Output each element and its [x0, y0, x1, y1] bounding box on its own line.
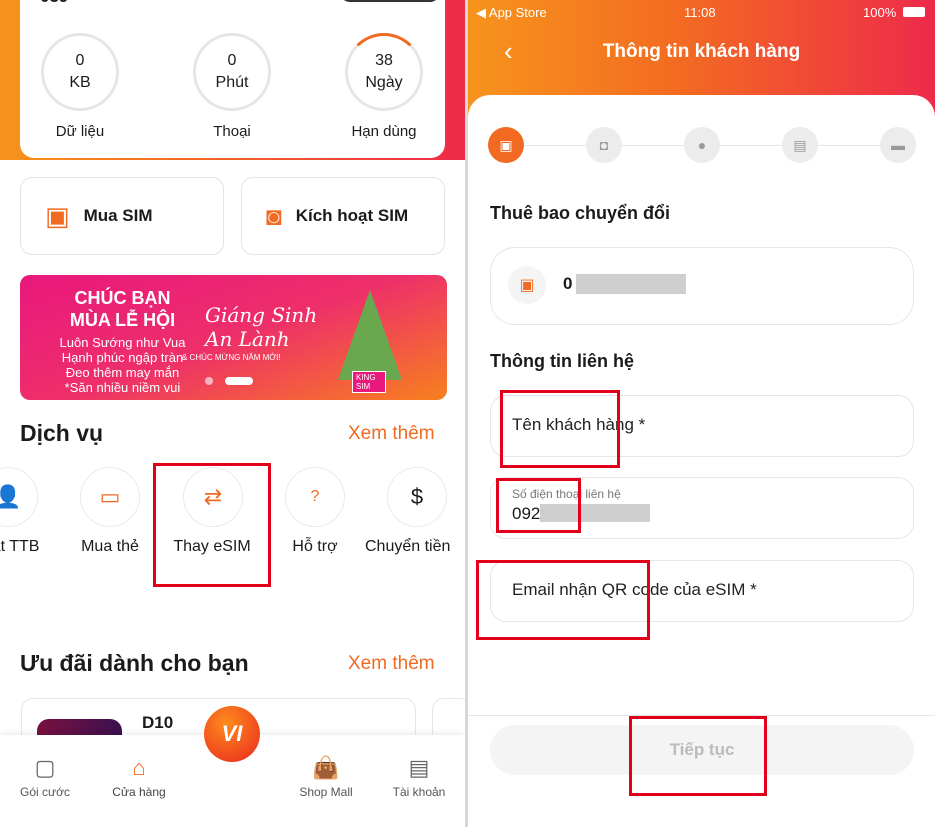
- offer-name: D10: [142, 713, 174, 732]
- store-icon: ⌂: [132, 755, 146, 780]
- carousel-dot[interactable]: [205, 377, 213, 385]
- contact-section-title: Thông tin liên hệ: [490, 351, 634, 371]
- voice-stat-circle: 0 Phút: [193, 33, 271, 111]
- subscriber-card: ▣ 0: [490, 247, 914, 325]
- brand-logo-button[interactable]: VI: [204, 706, 260, 762]
- service-label[interactable]: Chuyển tiền: [365, 532, 465, 562]
- highlight-box: [629, 716, 767, 796]
- step-payment-card-icon: ▬: [880, 127, 916, 163]
- christmas-tree-illustration: [338, 290, 402, 380]
- step-user-check-icon: ●: [684, 127, 720, 163]
- banner-headline: MÙA LỄ HỘI: [69, 310, 176, 330]
- step-camera-icon: ◘: [586, 127, 622, 163]
- highlight-box: [496, 478, 581, 533]
- stat-value: 0: [75, 52, 85, 69]
- banner-script-text: Giáng Sinh An Lành: [205, 303, 318, 351]
- offers-title: Ưu đãi dành cho bạn: [20, 650, 249, 676]
- user-edit-icon: 👤: [0, 467, 38, 527]
- sim-icon: ▣: [508, 266, 546, 304]
- account-button[interactable]: [340, 0, 440, 2]
- account-summary-card: 039 0 KB 0 Phút 38 Ngày Dữ liệu Thoại Hạn d…: [20, 0, 445, 158]
- service-label[interactable]: Mua thẻ: [55, 532, 165, 562]
- nav-cua-hang[interactable]: ⌂ Cửa hàng: [94, 755, 184, 799]
- banner-lines: Luôn Sướng như Vua Hạnh phúc ngập tràn Đeo…: [59, 335, 186, 395]
- shopping-bag-icon: 👜: [312, 755, 340, 780]
- nav-shop-mall[interactable]: 👜 Shop Mall: [281, 755, 371, 799]
- sim-activate-icon: ◙: [266, 200, 282, 231]
- page-title: Thông tin khách hàng: [602, 41, 801, 62]
- package-icon: ▢: [34, 755, 56, 780]
- highlight-box: [476, 560, 650, 640]
- stat-label: Dữ liệu: [55, 123, 105, 140]
- left-screen-home: 039 0 KB 0 Phút 38 Ngày Dữ liệu Thoại Hạn d…: [0, 0, 465, 827]
- services-title: Dịch vụ: [20, 420, 104, 446]
- battery-icon: [903, 7, 925, 17]
- subscriber-number: 0: [563, 274, 573, 293]
- stat-value: 38: [375, 52, 393, 69]
- highlight-box: [500, 390, 620, 468]
- status-time: 11:08: [684, 5, 716, 20]
- nav-goi-cuoc[interactable]: ▢ Gói cước: [0, 755, 90, 799]
- wallet-icon: ▤: [408, 755, 430, 780]
- banner-brand-logo: KING SIM: [352, 371, 386, 393]
- battery-level: 100%: [863, 5, 897, 20]
- offers-see-more-link[interactable]: Xem thêm: [348, 653, 435, 675]
- account-number: 039: [40, 0, 68, 4]
- step-id-card-icon: ▤: [782, 127, 818, 163]
- step-sim-icon: ▣: [488, 127, 524, 163]
- redacted-number: [576, 274, 686, 294]
- money-transfer-icon[interactable]: $: [387, 467, 447, 527]
- stat-unit: Phút: [215, 74, 249, 91]
- service-item-update-info[interactable]: 👤: [0, 467, 38, 527]
- services-see-more-link[interactable]: Xem thêm: [348, 423, 435, 445]
- highlight-box: [153, 463, 271, 587]
- button-label: Kích hoạt SIM: [295, 206, 409, 225]
- back-to-app-store[interactable]: ◀ App Store: [476, 5, 547, 21]
- stat-label: Hạn dùng: [351, 123, 417, 140]
- subscriber-section-title: Thuê bao chuyển đổi: [490, 203, 671, 223]
- buy-sim-button[interactable]: ▣ Mua SIM: [20, 177, 224, 255]
- button-label: Mua SIM: [83, 206, 153, 225]
- banner-headline: CHÚC BẠN: [74, 288, 171, 308]
- service-label[interactable]: Hỗ trợ: [260, 532, 370, 562]
- sim-card-icon: ▣: [45, 200, 70, 231]
- validity-stat-circle: 38 Ngày: [345, 33, 423, 111]
- stat-value: 0: [227, 52, 237, 69]
- stat-label: Thoại: [213, 123, 251, 140]
- card-icon[interactable]: ▭: [80, 467, 140, 527]
- nav-tai-khoan[interactable]: ▤ Tài khoản: [374, 755, 464, 799]
- stat-unit: Ngày: [365, 74, 403, 91]
- carousel-dot-active[interactable]: [225, 377, 253, 385]
- right-screen-customer-info: ◀ App Store 11:08 100% ‹ Thông tin khách…: [468, 0, 935, 827]
- service-label: p nhật TTB: [0, 538, 40, 555]
- support-chat-icon[interactable]: ?: [285, 467, 345, 527]
- stat-unit: KB: [69, 74, 91, 91]
- data-stat-circle: 0 KB: [41, 33, 119, 111]
- activate-sim-button[interactable]: ◙ Kích hoạt SIM: [241, 177, 445, 255]
- banner-subtext: & CHÚC MỪNG NĂM MỚI!: [182, 353, 281, 362]
- promo-banner[interactable]: CHÚC BẠN MÙA LỄ HỘI Luôn Sướng như Vua Hạn…: [20, 275, 447, 400]
